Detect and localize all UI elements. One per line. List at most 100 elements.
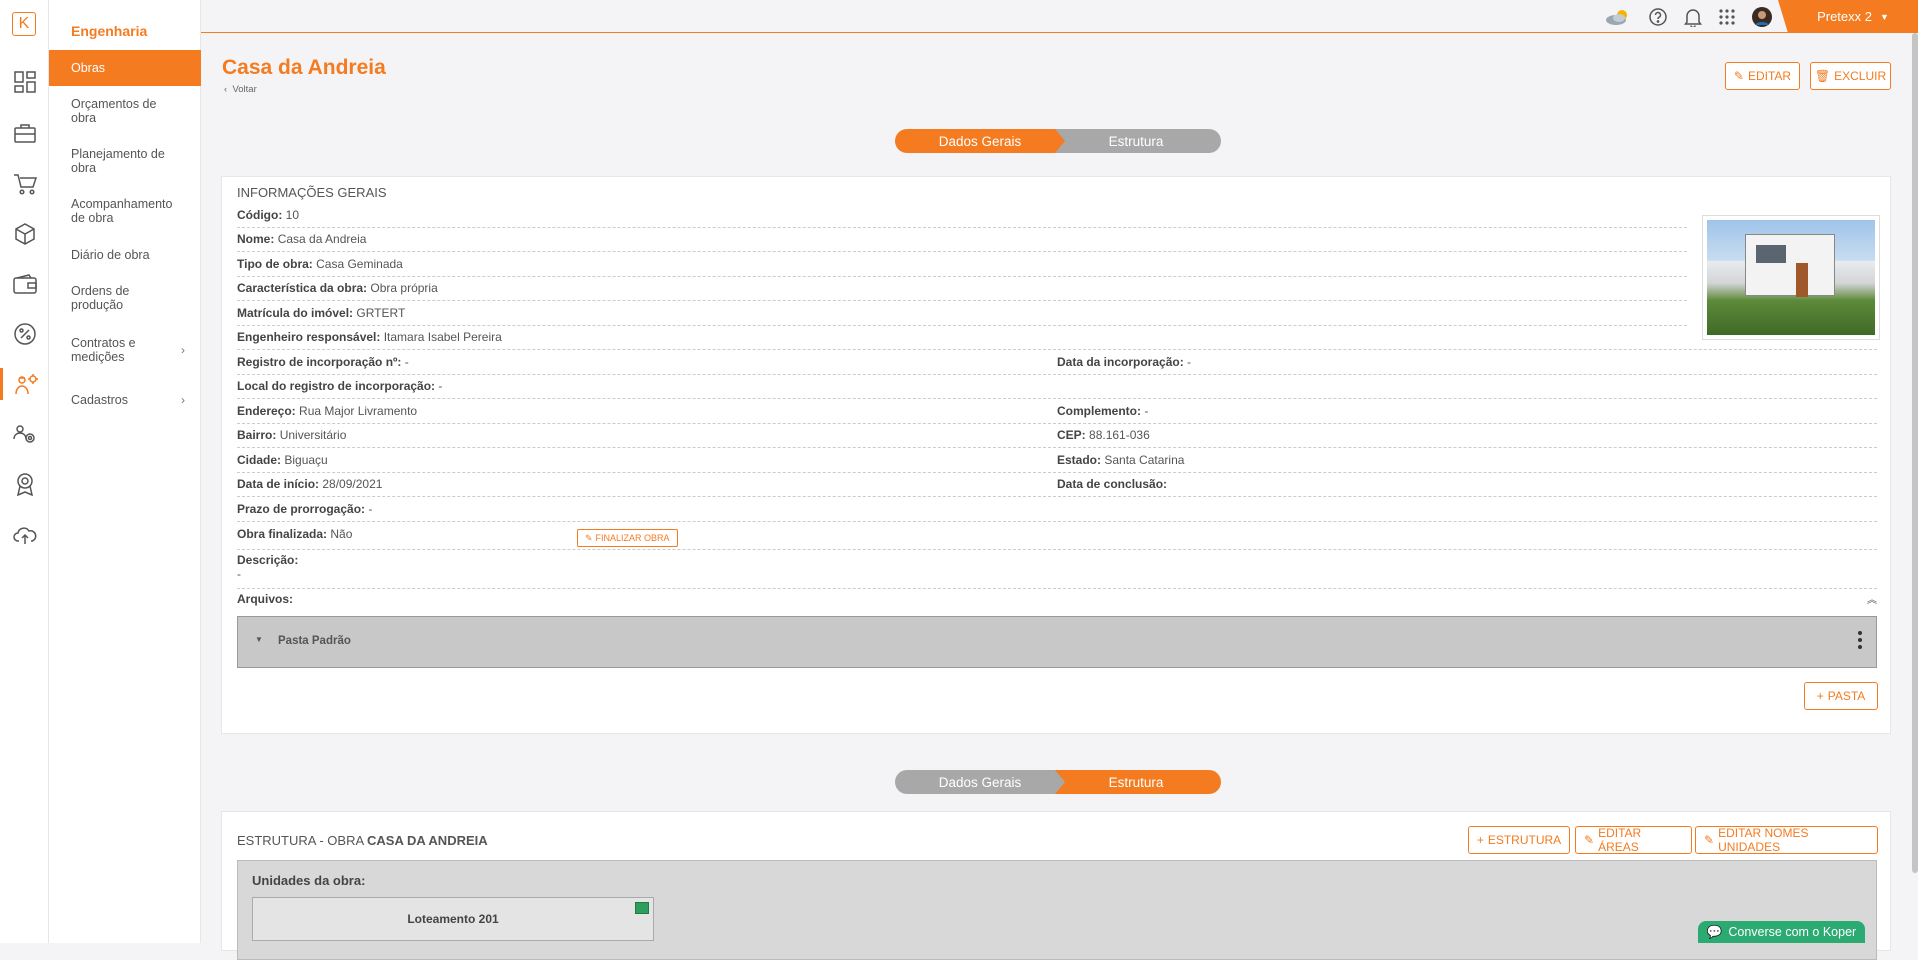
divider: [237, 521, 1877, 522]
avatar[interactable]: [1752, 7, 1772, 27]
units-panel: Unidades da obra: Loteamento 201: [237, 860, 1877, 960]
field-cidade: Cidade: Biguaçu: [237, 453, 328, 467]
icon-rail: K: [0, 0, 49, 943]
folder-row[interactable]: ▼ Pasta Padrão: [237, 616, 1877, 668]
unit-card[interactable]: Loteamento 201: [252, 897, 654, 941]
edit-unit-names-label: EDITAR NOMES UNIDADES: [1718, 826, 1809, 854]
divider: [237, 588, 1877, 589]
sidebar-item-acompanhamento[interactable]: Acompanhamento de obra: [49, 197, 201, 225]
divider: [237, 325, 1687, 326]
spreadsheet-icon[interactable]: [635, 902, 649, 914]
sidebar-item-diario[interactable]: Diário de obra: [49, 248, 201, 262]
delete-label: EXCLUIR: [1834, 69, 1887, 83]
plus-icon: +: [1816, 689, 1824, 703]
step-estrutura[interactable]: Estrutura: [1051, 129, 1221, 153]
step-dados-gerais[interactable]: Dados Gerais: [895, 770, 1065, 794]
add-folder-button[interactable]: + PASTA: [1804, 682, 1878, 710]
field-caracteristica: Característica da obra: Obra própria: [237, 281, 438, 295]
divider: [237, 300, 1687, 301]
field-local-registro: Local do registro de incorporação: -: [237, 379, 443, 393]
field-data-inicio: Data de início: 28/09/2021: [237, 477, 383, 491]
apps-grid-icon[interactable]: [1717, 7, 1737, 27]
field-cep: CEP: 88.161-036: [1057, 428, 1150, 442]
back-link[interactable]: ‹ Voltar: [224, 84, 257, 95]
divider: [237, 447, 1877, 448]
divider: [237, 227, 1687, 228]
help-icon[interactable]: [1648, 7, 1668, 27]
field-arquivos: Arquivos:: [237, 592, 294, 606]
engineering-icon[interactable]: [0, 368, 49, 400]
app-logo[interactable]: K: [12, 12, 36, 36]
box-icon[interactable]: [0, 218, 49, 250]
sidebar-item-contratos[interactable]: Contratos e medições ›: [49, 336, 201, 364]
field-registro: Registro de incorporação nº: -: [237, 355, 409, 369]
field-bairro: Bairro: Universitário: [237, 428, 347, 442]
bell-icon[interactable]: [1683, 7, 1703, 27]
user-menu[interactable]: Pretexx 2 ▼: [1778, 0, 1918, 33]
caret-down-icon: ▼: [1880, 11, 1889, 22]
weather-icon[interactable]: [1604, 7, 1632, 27]
finalize-button[interactable]: ✎ FINALIZAR OBRA: [577, 529, 678, 547]
finalize-label: FINALIZAR OBRA: [595, 533, 670, 543]
field-codigo: Código: 10: [237, 208, 300, 222]
pencil-icon: ✎: [1733, 69, 1744, 83]
caret-down-icon[interactable]: ▼: [255, 635, 263, 644]
chat-icon: 💬: [1706, 924, 1723, 939]
briefcase-icon[interactable]: [0, 117, 49, 149]
project-photo[interactable]: [1702, 215, 1880, 340]
add-folder-label: PASTA: [1827, 689, 1866, 703]
divider: [237, 276, 1687, 277]
chevron-left-icon: ‹: [224, 84, 228, 95]
cart-icon[interactable]: [0, 168, 49, 200]
cloud-upload-icon[interactable]: [0, 519, 49, 551]
field-complemento: Complemento: -: [1057, 404, 1149, 418]
edit-button[interactable]: ✎ EDITAR: [1725, 62, 1800, 90]
sidebar-item-orcamentos[interactable]: Orçamentos de obra: [49, 97, 201, 125]
user-name: Pretexx 2: [1817, 9, 1872, 24]
pencil-icon: ✎: [1584, 833, 1595, 847]
field-matricula: Matrícula do imóvel: GRTERT: [237, 306, 406, 320]
divider: [237, 423, 1877, 424]
sidebar-item-label: Contratos e medições: [71, 336, 136, 364]
sidebar-item-planejamento[interactable]: Planejamento de obra: [49, 147, 201, 175]
unit-name: Loteamento 201: [407, 912, 499, 926]
sidebar-item-obras[interactable]: Obras: [49, 50, 201, 86]
chevron-right-icon: ›: [181, 343, 185, 357]
field-prazo: Prazo de prorrogação: -: [237, 502, 373, 516]
stepper: Estrutura Dados Gerais: [895, 129, 1221, 153]
percent-icon[interactable]: [0, 318, 49, 350]
field-tipo: Tipo de obra: Casa Geminada: [237, 257, 403, 271]
sidebar-title: Engenharia: [71, 23, 148, 39]
add-structure-button[interactable]: + ESTRUTURA: [1468, 826, 1570, 854]
delete-button[interactable]: 🗑 EXCLUIR: [1810, 62, 1891, 90]
sidebar-item-cadastros[interactable]: Cadastros ›: [49, 393, 201, 407]
step-dados-gerais[interactable]: Dados Gerais: [895, 129, 1065, 153]
sidebar-item-ordens[interactable]: Ordens de produção: [49, 284, 201, 312]
field-engenheiro: Engenheiro responsável: Itamara Isabel P…: [237, 330, 502, 344]
edit-label: EDITAR: [1747, 69, 1792, 83]
dashboard-icon[interactable]: [0, 66, 49, 98]
field-obra-finalizada: Obra finalizada: Não: [237, 527, 353, 541]
field-descricao-value: -: [237, 567, 241, 581]
general-info-card: INFORMAÇÕES GERAIS Código: 10 Nome: Casa…: [221, 176, 1891, 734]
divider: [237, 251, 1687, 252]
page-title: Casa da Andreia: [222, 56, 386, 79]
chat-button[interactable]: 💬 Converse com o Koper: [1698, 921, 1865, 943]
step-estrutura[interactable]: Estrutura: [1051, 770, 1221, 794]
edit-unit-names-button[interactable]: ✎ EDITAR NOMES UNIDADES: [1695, 826, 1878, 854]
top-bar: Pretexx 2 ▼: [201, 0, 1918, 33]
edit-areas-button[interactable]: ✎ EDITAR ÁREAS: [1575, 826, 1692, 854]
wallet-icon[interactable]: [0, 268, 49, 300]
collapse-icon[interactable]: ︽: [1867, 591, 1877, 606]
scrollbar[interactable]: [1912, 33, 1918, 873]
divider: [237, 472, 1877, 473]
field-descricao: Descrição:: [237, 553, 299, 567]
edit-areas-label: EDITAR ÁREAS: [1598, 826, 1642, 854]
more-vertical-icon[interactable]: [1858, 631, 1862, 654]
settings-people-icon[interactable]: [0, 418, 49, 450]
plus-icon: +: [1476, 833, 1484, 847]
field-estado: Estado: Santa Catarina: [1057, 453, 1185, 467]
divider: [237, 374, 1877, 375]
trash-icon: 🗑: [1814, 69, 1831, 83]
award-icon[interactable]: [0, 468, 49, 500]
